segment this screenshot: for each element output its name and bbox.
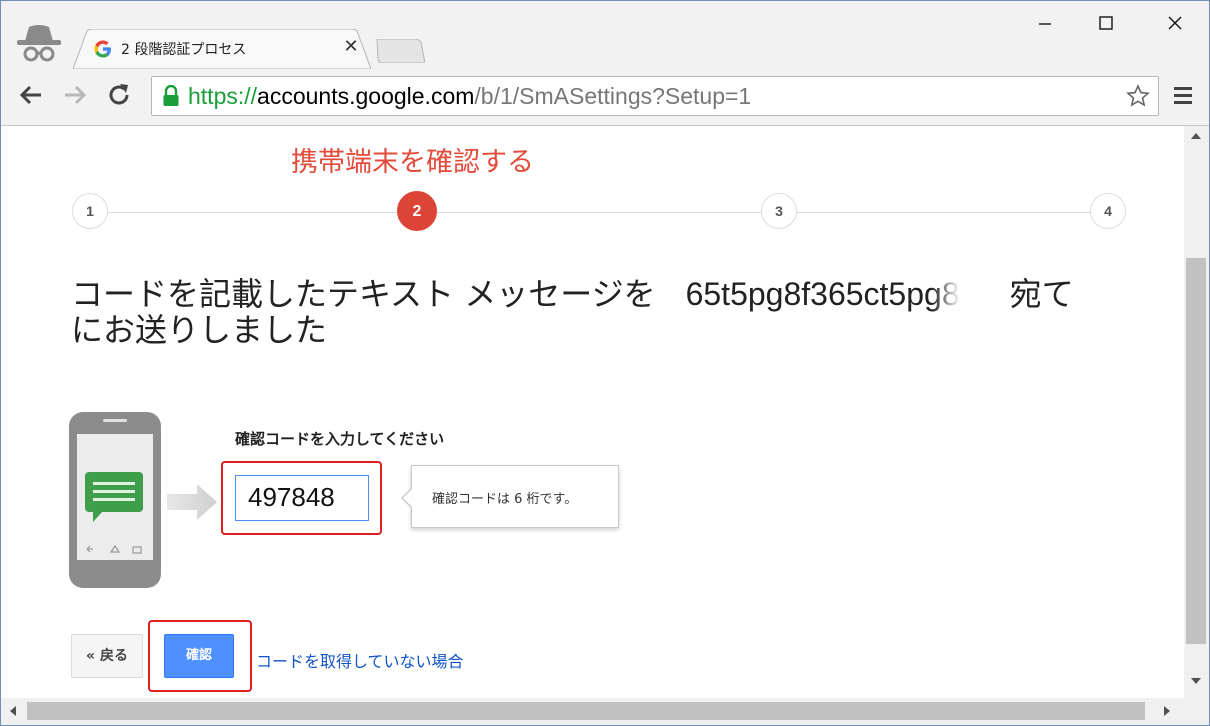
url-text: https://accounts.google.com/b/1/SmASetti…: [188, 83, 751, 110]
horizontal-scroll-thumb[interactable]: [27, 702, 1145, 720]
heading-prefix: コードを記載したテキスト メッセージを: [71, 275, 656, 313]
no-code-link[interactable]: コードを取得していない場合: [256, 648, 464, 672]
heading-dest: 宛て: [1009, 275, 1074, 313]
confirm-button[interactable]: 確認: [164, 634, 234, 678]
close-window-button[interactable]: [1155, 7, 1195, 39]
tab-two-step-verification[interactable]: 2 段階認証プロセス ✕: [73, 29, 371, 69]
maximize-button[interactable]: [1086, 7, 1126, 39]
url-scheme: https://: [188, 83, 258, 109]
close-icon: [1168, 16, 1182, 30]
scrollbar-corner: [1184, 698, 1209, 725]
page-content: 携帯端末を確認する 1 2 3 4 コードを記載したテキスト メッセージを 65t…: [1, 126, 1183, 698]
new-tab-button[interactable]: [375, 38, 426, 64]
url-host: accounts.google.com: [257, 83, 475, 109]
maximize-icon: [1099, 16, 1113, 30]
step-4: 4: [1090, 193, 1126, 229]
address-bar[interactable]: https://accounts.google.com/b/1/SmASetti…: [151, 76, 1159, 116]
arrow-illustration: [167, 484, 219, 524]
verification-code-input[interactable]: 497848: [235, 475, 369, 521]
back-button[interactable]: « 戻る: [71, 634, 143, 678]
reload-button[interactable]: [105, 81, 133, 109]
tooltip-text: 確認コードは 6 桁です。: [432, 492, 578, 507]
lock-icon: [163, 85, 179, 106]
incognito-icon: [15, 21, 63, 65]
url-path: /b/1/SmASettings?Setup=1: [474, 83, 752, 109]
title-bar: 2 段階認証プロセス ✕: [1, 1, 1209, 69]
minimize-icon: [1039, 23, 1051, 25]
reload-icon: [109, 84, 129, 105]
code-input-label: 確認コードを入力してください: [235, 430, 445, 448]
phone-sms-illustration: [69, 412, 161, 592]
vertical-scroll-thumb[interactable]: [1186, 258, 1206, 644]
heading-line2: にお送りしました: [71, 311, 328, 349]
scroll-up-icon[interactable]: [1191, 132, 1201, 140]
forward-nav-button[interactable]: [61, 81, 89, 109]
stepper-line: [91, 212, 1106, 213]
scroll-right-icon[interactable]: [1163, 706, 1171, 716]
browser-window: 2 段階認証プロセス ✕ https://accounts.google.com…: [0, 0, 1210, 726]
star-icon[interactable]: [1126, 84, 1150, 108]
back-nav-button[interactable]: [17, 81, 45, 109]
minimize-button[interactable]: [1025, 7, 1065, 39]
step-title: 携帯端末を確認する: [291, 147, 534, 178]
google-favicon-icon: [93, 39, 113, 59]
hamburger-menu-icon: [1174, 87, 1192, 104]
scroll-left-icon[interactable]: [9, 706, 17, 716]
vertical-scrollbar[interactable]: [1184, 126, 1209, 698]
tab-title: 2 段階認証プロセス: [121, 42, 247, 58]
phone-number: 65t5pg8f365ct5pg8: [685, 276, 960, 312]
code-hint-tooltip: 確認コードは 6 桁です。: [401, 465, 619, 528]
step-1: 1: [72, 193, 108, 229]
arrow-right-icon: [65, 85, 87, 105]
tab-close-icon[interactable]: ✕: [341, 37, 361, 57]
step-3: 3: [761, 193, 797, 229]
browser-toolbar: https://accounts.google.com/b/1/SmASetti…: [1, 69, 1209, 126]
horizontal-scrollbar[interactable]: [1, 698, 1184, 725]
chrome-menu-button[interactable]: [1171, 83, 1195, 107]
scroll-down-icon[interactable]: [1191, 677, 1201, 685]
arrow-left-icon: [19, 85, 41, 105]
page-heading: コードを記載したテキスト メッセージを 65t5pg8f365ct5pg8 宛て に…: [71, 276, 1074, 348]
step-2-active: 2: [397, 191, 437, 231]
